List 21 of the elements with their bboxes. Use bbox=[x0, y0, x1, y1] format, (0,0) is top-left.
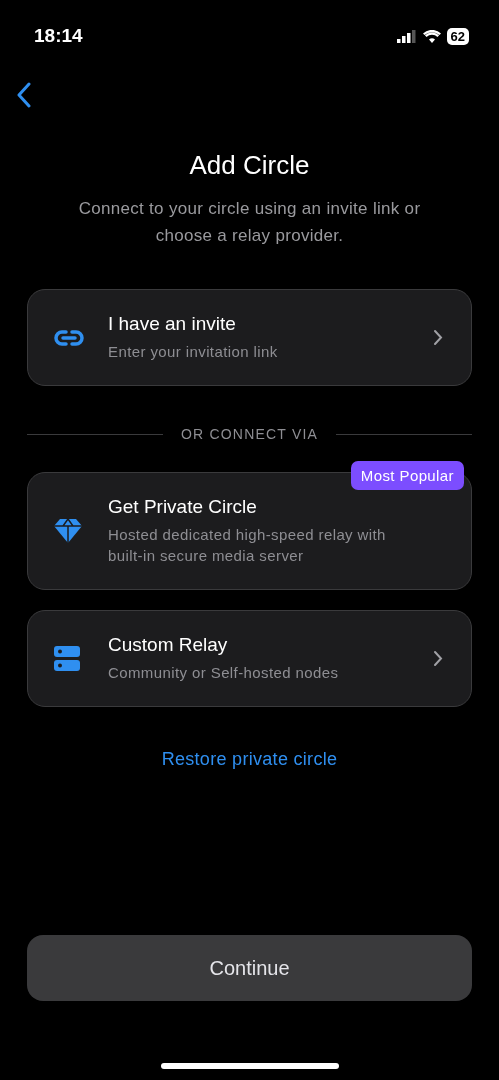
option-description: Enter your invitation link bbox=[108, 342, 279, 362]
option-title: Custom Relay bbox=[108, 634, 229, 656]
option-description: Hosted dedicated high-speed relay with built-in secure media server bbox=[108, 525, 387, 566]
restore-link[interactable]: Restore private circle bbox=[161, 749, 338, 770]
battery-level: 62 bbox=[446, 27, 469, 45]
diamond-icon bbox=[54, 518, 82, 544]
link-icon bbox=[54, 329, 84, 346]
signal-icon bbox=[396, 29, 417, 43]
page-title: Add Circle bbox=[188, 150, 311, 181]
popular-badge: Most Popular bbox=[350, 461, 464, 490]
wifi-icon bbox=[422, 29, 441, 43]
section-divider-label: OR CONNECT VIA bbox=[180, 426, 319, 442]
option-title: I have an invite bbox=[108, 313, 237, 335]
option-description: Community or Self-hosted nodes bbox=[108, 663, 340, 683]
page-subtitle: Connect to your circle using an invite link or choose a relay provider. bbox=[77, 198, 422, 247]
back-button[interactable] bbox=[16, 82, 32, 108]
status-time: 18:14 bbox=[34, 25, 83, 47]
option-card[interactable]: Custom Relay Community or Self-hosted nodes bbox=[27, 610, 472, 707]
server-icon bbox=[54, 645, 80, 672]
option-card[interactable]: I have an invite Enter your invitation link bbox=[27, 289, 472, 386]
option-title: Get Private Circle bbox=[108, 496, 258, 518]
